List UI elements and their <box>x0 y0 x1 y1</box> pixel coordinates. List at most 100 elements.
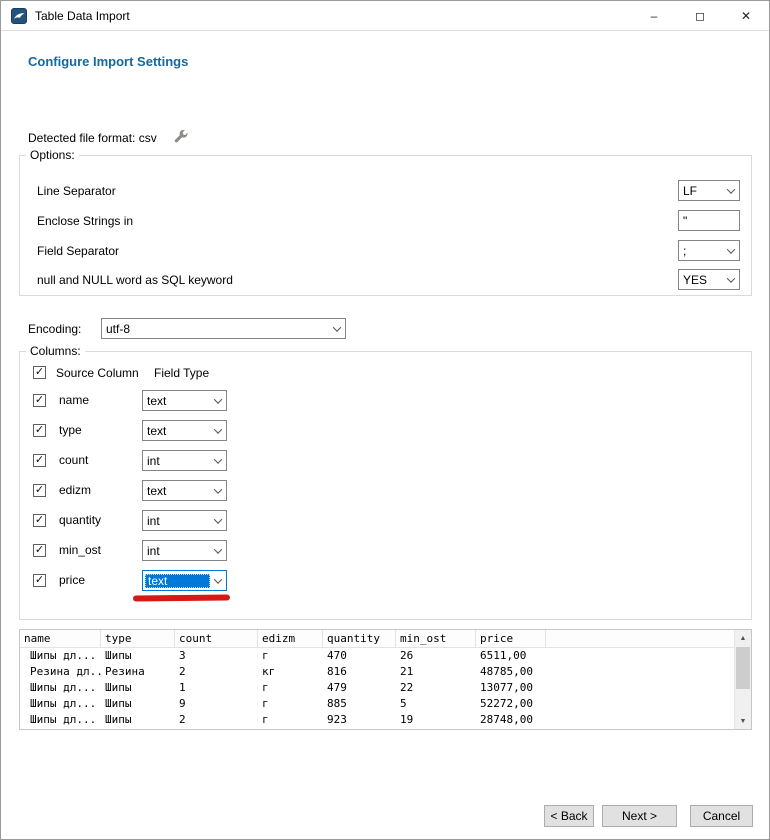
column-checkbox-edizm[interactable]: ✓ <box>33 484 46 497</box>
cell: 923 <box>323 712 396 728</box>
window-controls: – ◻ ✕ <box>631 1 769 31</box>
field-type-select-name[interactable]: text <box>142 390 227 411</box>
column-name-label: name <box>59 390 89 411</box>
cell: 26 <box>396 648 476 664</box>
cell: 1 <box>175 680 258 696</box>
minimize-button[interactable]: – <box>631 1 677 31</box>
cell: 3 <box>175 648 258 664</box>
chevron-down-icon <box>210 391 226 410</box>
detected-file-format: Detected file format: csv <box>28 130 189 146</box>
table-row[interactable]: Шипы дл... Шипы 1 г 479 22 13077,00 <box>20 680 734 696</box>
column-name-label: price <box>59 570 85 591</box>
preview-header-quantity: quantity <box>323 630 396 647</box>
column-name-label: edizm <box>59 480 91 501</box>
table-row[interactable]: Шипы дл... Шипы 3 г 470 26 6511,00 <box>20 648 734 664</box>
field-type-select-type[interactable]: text <box>142 420 227 441</box>
null-keyword-select[interactable]: YES <box>678 269 740 290</box>
cell: кг <box>258 664 323 680</box>
column-row-quantity: ✓ quantity int <box>20 510 751 531</box>
chevron-down-icon <box>210 421 226 440</box>
table-row[interactable]: Шипы дл... Шипы 2 г 923 19 28748,00 <box>20 712 734 728</box>
table-row[interactable]: Резина дл... Резина 2 кг 816 21 48785,00 <box>20 664 734 680</box>
cell: Шипы <box>101 712 175 728</box>
chevron-down-icon <box>210 451 226 470</box>
cell: 52272,00 <box>476 696 546 712</box>
column-checkbox-count[interactable]: ✓ <box>33 454 46 467</box>
table-data-import-window: Table Data Import – ◻ ✕ Configure Import… <box>0 0 770 840</box>
preview-header-edizm: edizm <box>258 630 323 647</box>
back-button[interactable]: < Back <box>544 805 594 827</box>
column-checkbox-type[interactable]: ✓ <box>33 424 46 437</box>
enclose-strings-input[interactable] <box>678 210 740 231</box>
columns-group: Columns: ✓ Source Column Field Type ✓ na… <box>19 351 752 620</box>
next-button[interactable]: Next > <box>602 805 677 827</box>
columns-group-label: Columns: <box>26 344 85 358</box>
cell: 479 <box>323 680 396 696</box>
chevron-down-icon <box>723 181 739 200</box>
field-type-select-price[interactable]: text <box>142 570 227 591</box>
field-type-select-quantity[interactable]: int <box>142 510 227 531</box>
field-type-value: int <box>143 514 210 528</box>
maximize-button[interactable]: ◻ <box>677 1 723 31</box>
wrench-icon[interactable] <box>173 130 189 146</box>
vertical-scrollbar[interactable]: ▲ ▼ <box>734 630 751 729</box>
scroll-down-icon[interactable]: ▼ <box>735 713 751 729</box>
column-checkbox-quantity[interactable]: ✓ <box>33 514 46 527</box>
preview-header-min-ost: min_ost <box>396 630 476 647</box>
null-keyword-label: null and NULL word as SQL keyword <box>37 273 233 287</box>
cell: 28748,00 <box>476 712 546 728</box>
column-checkbox-min-ost[interactable]: ✓ <box>33 544 46 557</box>
cell: 5 <box>396 696 476 712</box>
encoding-select[interactable]: utf-8 <box>101 318 346 339</box>
column-checkbox-name[interactable]: ✓ <box>33 394 46 407</box>
column-row-name: ✓ name text <box>20 390 751 411</box>
line-separator-select[interactable]: LF <box>678 180 740 201</box>
window-title: Table Data Import <box>35 9 130 23</box>
close-button[interactable]: ✕ <box>723 1 769 31</box>
column-name-label: min_ost <box>59 540 101 561</box>
option-row-line-separator: Line Separator LF <box>20 180 751 201</box>
field-type-value: text <box>143 424 210 438</box>
chevron-down-icon <box>723 241 739 260</box>
cell: 21 <box>396 664 476 680</box>
field-separator-label: Field Separator <box>37 244 119 258</box>
cell: Шипы дл... <box>20 696 101 712</box>
field-separator-select[interactable]: ; <box>678 240 740 261</box>
cell: 816 <box>323 664 396 680</box>
field-type-select-count[interactable]: int <box>142 450 227 471</box>
column-name-label: count <box>59 450 88 471</box>
chevron-down-icon <box>210 481 226 500</box>
scroll-up-icon[interactable]: ▲ <box>735 630 751 646</box>
table-row[interactable]: Шипы дл... Шипы 9 г 885 5 52272,00 <box>20 696 734 712</box>
cell: 2 <box>175 664 258 680</box>
preview-header-type: type <box>101 630 175 647</box>
encoding-label: Encoding: <box>28 322 81 336</box>
field-type-value: int <box>143 454 210 468</box>
cell: г <box>258 712 323 728</box>
preview-header-name: name <box>20 630 101 647</box>
cell: 22 <box>396 680 476 696</box>
option-row-enclose-strings: Enclose Strings in <box>20 210 751 231</box>
page-title: Configure Import Settings <box>28 54 188 69</box>
cell: г <box>258 680 323 696</box>
field-type-select-min-ost[interactable]: int <box>142 540 227 561</box>
column-row-type: ✓ type text <box>20 420 751 441</box>
field-type-select-edizm[interactable]: text <box>142 480 227 501</box>
field-type-value: text <box>145 574 210 588</box>
select-all-checkbox[interactable]: ✓ <box>33 366 46 379</box>
cancel-button[interactable]: Cancel <box>690 805 753 827</box>
cell: 6511,00 <box>476 648 546 664</box>
options-group-label: Options: <box>26 148 79 162</box>
option-row-null-keyword: null and NULL word as SQL keyword YES <box>20 269 751 290</box>
preview-header-price: price <box>476 630 546 647</box>
preview-grid: name type count edizm quantity min_ost p… <box>20 630 734 729</box>
scrollbar-thumb[interactable] <box>736 647 750 689</box>
column-checkbox-price[interactable]: ✓ <box>33 574 46 587</box>
column-row-price: ✓ price text <box>20 570 751 591</box>
null-keyword-value: YES <box>679 273 723 287</box>
preview-header-filler <box>546 630 734 647</box>
detected-file-format-label: Detected file format: csv <box>28 131 157 145</box>
cell: г <box>258 696 323 712</box>
field-type-value: int <box>143 544 210 558</box>
column-name-label: quantity <box>59 510 101 531</box>
